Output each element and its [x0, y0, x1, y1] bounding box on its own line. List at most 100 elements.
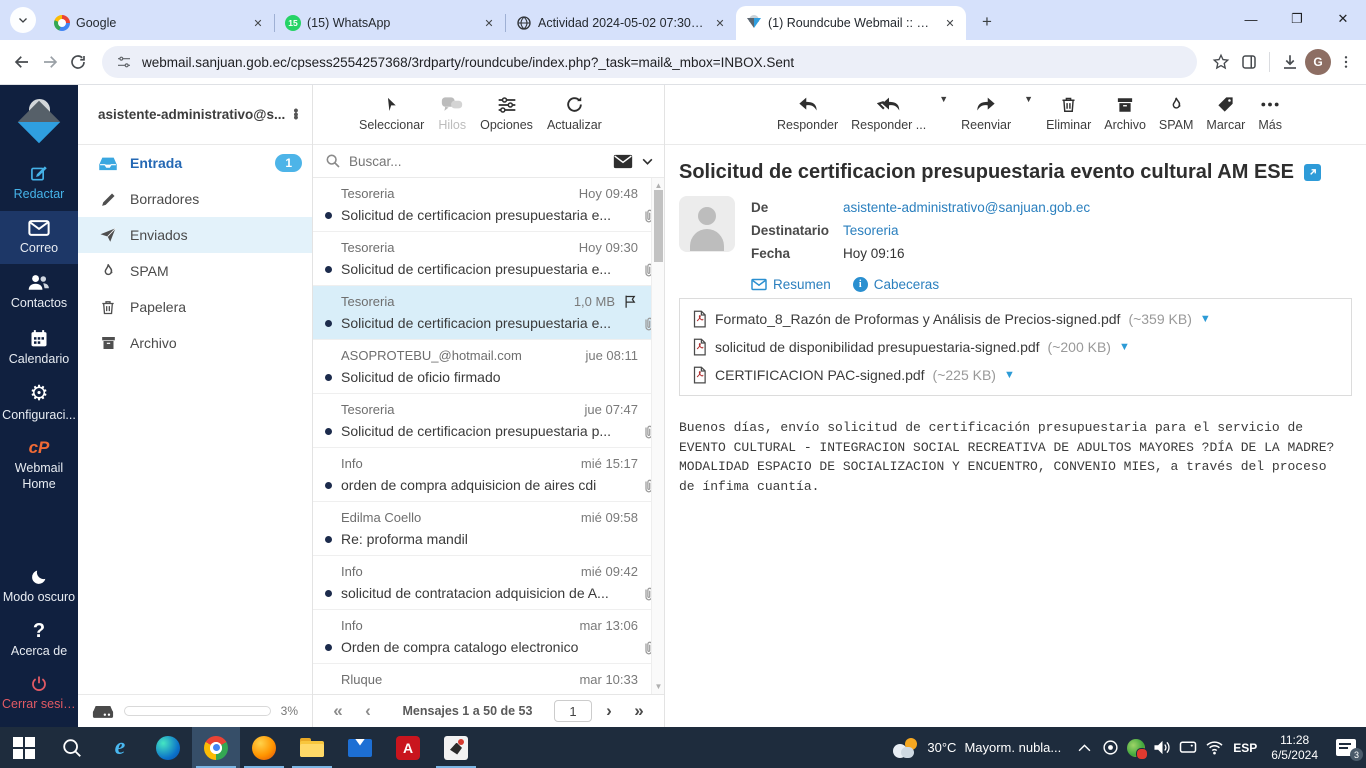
java-app-button[interactable]	[432, 727, 480, 768]
acrobat-button[interactable]: A	[384, 727, 432, 768]
attachment-menu-caret-icon[interactable]: ▼	[1004, 369, 1015, 381]
reload-button[interactable]	[64, 48, 92, 76]
chrome-button[interactable]	[192, 727, 240, 768]
volume-tray-icon[interactable]	[1149, 727, 1175, 768]
internet-explorer-button[interactable]: e	[96, 727, 144, 768]
sidebar-item-correo[interactable]: Correo	[0, 210, 78, 265]
page-number-input[interactable]	[554, 700, 592, 722]
address-bar[interactable]: webmail.sanjuan.gob.ec/cpsess2554257368/…	[102, 46, 1197, 78]
scroll-up-icon[interactable]: ▲	[654, 181, 663, 190]
forward-button[interactable]	[36, 48, 64, 76]
prev-page-button[interactable]: ‹	[355, 701, 381, 721]
browser-menu-icon[interactable]	[1332, 48, 1360, 76]
display-tray-icon[interactable]	[1175, 727, 1201, 768]
notification-center-button[interactable]: 3	[1326, 727, 1366, 768]
reply-button[interactable]: Responder	[777, 94, 838, 132]
message-row[interactable]: Info mar 13:06 Orden de compra catalogo e…	[313, 610, 664, 664]
folder-borradores[interactable]: Borradores	[78, 181, 312, 217]
attachment-menu-caret-icon[interactable]: ▼	[1200, 313, 1211, 325]
forward-button[interactable]: Reenviar	[961, 94, 1011, 132]
forward-caret-icon[interactable]: ▼	[1024, 94, 1033, 122]
scrollbar-thumb[interactable]	[654, 190, 663, 262]
first-page-button[interactable]: «	[325, 701, 351, 721]
message-row[interactable]: Tesoreria Hoy 09:30 Solicitud de certific…	[313, 232, 664, 286]
folder-entrada[interactable]: Entrada 1	[78, 145, 312, 181]
antivirus-tray-icon[interactable]	[1123, 727, 1149, 768]
folder-spam[interactable]: SPAM	[78, 253, 312, 289]
flag-icon[interactable]	[623, 294, 638, 309]
from-address-link[interactable]: asistente-administrativo@sanjuan.gob.ec	[843, 196, 1090, 219]
attachment-name[interactable]: CERTIFICACION PAC-signed.pdf	[715, 367, 925, 383]
minimize-button[interactable]: —	[1228, 0, 1274, 38]
list-scrollbar[interactable]: ▲ ▼	[651, 178, 664, 694]
select-button[interactable]: Seleccionar	[359, 94, 424, 132]
message-row[interactable]: ASOPROTEBU_@hotmail.com jue 08:11 Solicit…	[313, 340, 664, 394]
wifi-tray-icon[interactable]	[1201, 727, 1227, 768]
sidebar-item-redactar[interactable]: Redactar	[0, 155, 78, 211]
quota-meter[interactable]	[124, 706, 271, 716]
reply-all-button[interactable]: Responder ...	[851, 94, 926, 132]
scroll-down-icon[interactable]: ▼	[654, 682, 663, 691]
tab-search-button[interactable]	[10, 7, 36, 33]
to-address-link[interactable]: Tesoreria	[843, 219, 899, 242]
tab-roundcube-active[interactable]: (1) Roundcube Webmail :: Envia ✕	[736, 6, 966, 40]
taskbar-search-button[interactable]	[48, 727, 96, 768]
attachment-menu-caret-icon[interactable]: ▼	[1119, 341, 1130, 353]
delete-button[interactable]: Eliminar	[1046, 94, 1091, 132]
sidebar-item-calendario[interactable]: Calendario	[0, 320, 78, 376]
sidebar-item-modo-oscuro[interactable]: Modo oscuro	[0, 560, 78, 614]
threads-button[interactable]: Hilos	[438, 94, 466, 132]
attachment-row[interactable]: solicitud de disponibilidad presupuestar…	[692, 333, 1339, 361]
new-tab-button[interactable]: +	[974, 9, 1000, 35]
sidebar-item-contactos[interactable]: Contactos	[0, 264, 78, 320]
attachment-name[interactable]: solicitud de disponibilidad presupuestar…	[715, 339, 1040, 355]
spam-button[interactable]: SPAM	[1159, 94, 1193, 132]
search-input[interactable]	[349, 153, 605, 169]
message-row[interactable]: Edilma Coello mié 09:58 Re: proforma mand…	[313, 502, 664, 556]
back-button[interactable]	[8, 48, 36, 76]
edge-button[interactable]	[144, 727, 192, 768]
firefox-button[interactable]	[240, 727, 288, 768]
message-row[interactable]: Tesoreria Hoy 09:48 Solicitud de certific…	[313, 178, 664, 232]
archive-button[interactable]: Archivo	[1104, 94, 1146, 132]
sidebar-item-cerrar-sesion[interactable]: Cerrar sesión	[0, 667, 78, 721]
bookmark-star-icon[interactable]	[1207, 48, 1235, 76]
open-in-new-window-icon[interactable]	[1303, 164, 1321, 181]
close-button[interactable]: ✕	[1320, 0, 1366, 38]
mark-button[interactable]: Marcar	[1206, 94, 1245, 132]
message-row[interactable]: Rluque mar 10:33	[313, 664, 664, 694]
search-options-chevron-icon[interactable]	[641, 155, 654, 168]
next-page-button[interactable]: ›	[596, 701, 622, 721]
message-row[interactable]: Info mié 09:42 solicitud de contratacion …	[313, 556, 664, 610]
tab-close-icon[interactable]: ✕	[712, 15, 728, 31]
headers-link[interactable]: i Cabeceras	[852, 273, 939, 296]
message-row[interactable]: Info mié 15:17 orden de compra adquisicio…	[313, 448, 664, 502]
tab-whatsapp[interactable]: 15 (15) WhatsApp ✕	[275, 6, 505, 40]
attachment-row[interactable]: CERTIFICACION PAC-signed.pdf (~225 KB) ▼	[692, 361, 1339, 389]
language-indicator[interactable]: ESP	[1227, 741, 1263, 755]
folder-enviados[interactable]: Enviados	[78, 217, 312, 253]
sidebar-item-acerca-de[interactable]: ? Acerca de	[0, 614, 78, 668]
downloads-icon[interactable]	[1276, 48, 1304, 76]
more-button[interactable]: Más	[1258, 94, 1282, 132]
side-panel-icon[interactable]	[1235, 48, 1263, 76]
file-explorer-button[interactable]	[288, 727, 336, 768]
sidebar-item-configuracion[interactable]: ⚙ Configuraci...	[0, 376, 78, 432]
record-tray-icon[interactable]	[1097, 727, 1123, 768]
search-scope-mail-icon[interactable]	[613, 154, 633, 169]
tab-close-icon[interactable]: ✕	[481, 15, 497, 31]
tab-close-icon[interactable]: ✕	[942, 15, 958, 31]
folder-archivo[interactable]: Archivo	[78, 325, 312, 361]
weather-widget[interactable]: 30°C Mayorm. nubla...	[883, 737, 1071, 758]
refresh-button[interactable]: Actualizar	[547, 94, 602, 132]
tab-actividad[interactable]: Actividad 2024-05-02 07:30:00 ✕	[506, 6, 736, 40]
tab-google[interactable]: Google ✕	[44, 6, 274, 40]
taskbar-clock[interactable]: 11:28 6/5/2024	[1263, 733, 1326, 763]
options-button[interactable]: Opciones	[480, 94, 533, 132]
site-settings-icon[interactable]	[116, 54, 132, 70]
attachment-row[interactable]: Formato_8_Razón de Proformas y Análisis …	[692, 305, 1339, 333]
sidebar-item-webmail-home[interactable]: cP Webmail Home	[0, 431, 78, 500]
message-row[interactable]: Tesoreria jue 07:47 Solicitud de certific…	[313, 394, 664, 448]
reply-all-caret-icon[interactable]: ▼	[939, 94, 948, 122]
tab-close-icon[interactable]: ✕	[250, 15, 266, 31]
